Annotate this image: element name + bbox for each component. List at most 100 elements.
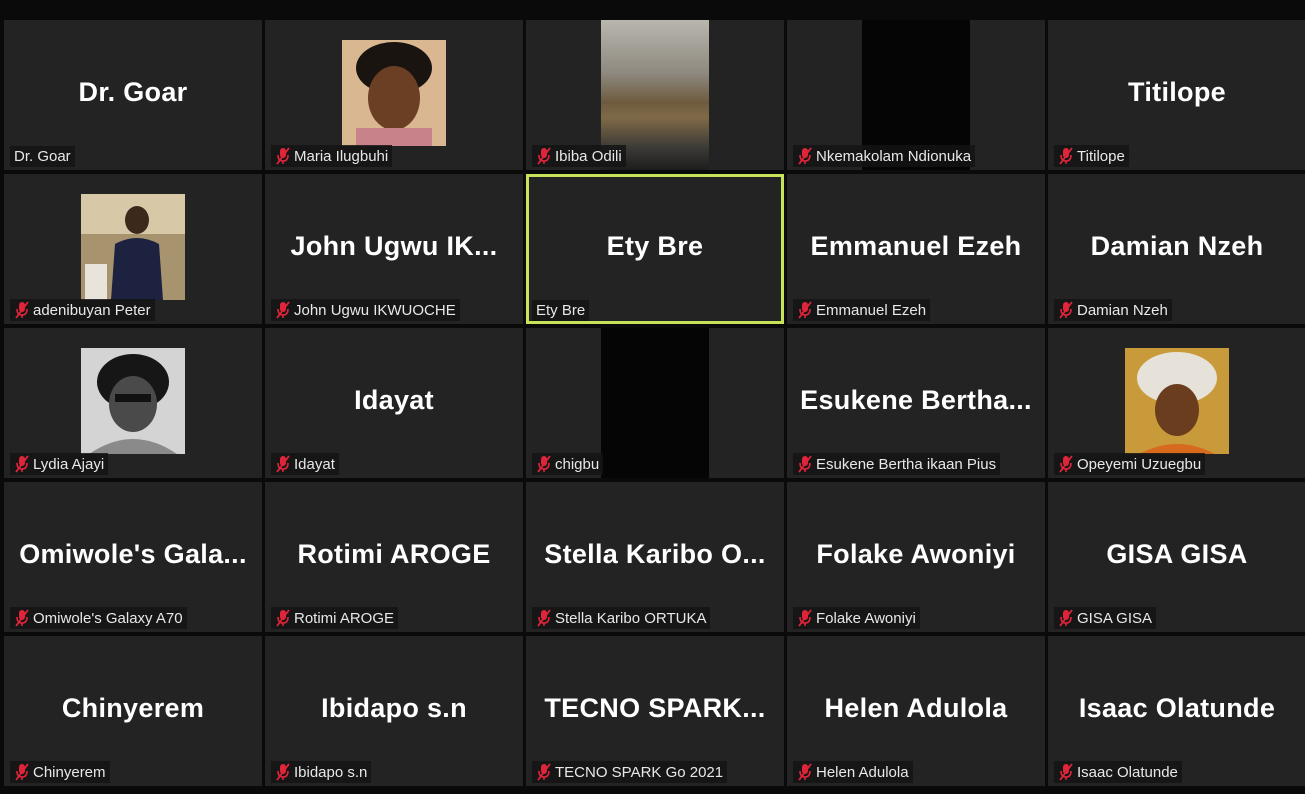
muted-mic-icon — [276, 455, 290, 473]
muted-mic-icon — [276, 763, 290, 781]
participant-tile[interactable]: Esukene Bertha... Esukene Bertha ikaan P… — [787, 328, 1045, 478]
participant-name: Lydia Ajayi — [33, 455, 105, 473]
participant-name-label: Ibidapo s.n — [271, 761, 372, 783]
participant-name: Ety Bre — [536, 302, 586, 319]
participant-tile[interactable]: Rotimi AROGE Rotimi AROGE — [265, 482, 523, 632]
participant-name-label: Emmanuel Ezeh — [793, 299, 931, 321]
participant-name: adenibuyan Peter — [33, 301, 151, 319]
participant-tile[interactable]: Maria Ilugbuhi — [265, 20, 523, 170]
participant-name-label: Opeyemi Uzuegbu — [1054, 453, 1206, 475]
muted-mic-icon — [798, 455, 812, 473]
participant-tile[interactable]: Ibiba Odili — [526, 20, 784, 170]
participant-name-label: Ety Bre — [532, 300, 590, 321]
participant-tile[interactable]: Isaac Olatunde Isaac Olatunde — [1048, 636, 1305, 786]
participant-tile[interactable]: Stella Karibo O... Stella Karibo ORTUKA — [526, 482, 784, 632]
participant-name-label: TECNO SPARK Go 2021 — [532, 761, 728, 783]
participant-name: Emmanuel Ezeh — [816, 301, 927, 319]
participant-tile[interactable]: Chinyerem Chinyerem — [4, 636, 262, 786]
participant-display-name: Folake Awoniyi — [816, 539, 1016, 570]
profile-photo — [342, 40, 446, 146]
participant-tile[interactable]: Damian Nzeh Damian Nzeh — [1048, 174, 1305, 324]
participant-display-name: John Ugwu IK... — [290, 231, 498, 262]
participant-name-label: Damian Nzeh — [1054, 299, 1172, 321]
participant-name-label: Omiwole's Galaxy A70 — [10, 607, 187, 629]
active-speaker-tile[interactable]: Ety Bre Ety Bre — [526, 174, 784, 324]
participant-name: Helen Adulola — [816, 763, 909, 781]
participant-tile[interactable]: TECNO SPARK... TECNO SPARK Go 2021 — [526, 636, 784, 786]
video-feed — [601, 328, 709, 478]
participant-name: Esukene Bertha ikaan Pius — [816, 455, 997, 473]
muted-mic-icon — [15, 301, 29, 319]
participant-name: Idayat — [294, 455, 335, 473]
muted-mic-icon — [276, 301, 290, 319]
participant-display-name: Titilope — [1128, 77, 1226, 108]
muted-mic-icon — [798, 147, 812, 165]
participant-name: Maria Ilugbuhi — [294, 147, 389, 165]
participant-name: chigbu — [555, 455, 600, 473]
participant-tile[interactable]: Emmanuel Ezeh Emmanuel Ezeh — [787, 174, 1045, 324]
muted-mic-icon — [1059, 763, 1073, 781]
participant-name-label: Folake Awoniyi — [793, 607, 920, 629]
muted-mic-icon — [798, 609, 812, 627]
participant-display-name: Helen Adulola — [824, 693, 1008, 724]
participant-name-label: John Ugwu IKWUOCHE — [271, 299, 460, 321]
muted-mic-icon — [537, 455, 551, 473]
profile-photo — [81, 194, 185, 300]
muted-mic-icon — [537, 763, 551, 781]
profile-photo — [81, 348, 185, 454]
muted-mic-icon — [1059, 609, 1073, 627]
muted-mic-icon — [1059, 301, 1073, 319]
muted-mic-icon — [15, 455, 29, 473]
participant-display-name: Rotimi AROGE — [297, 539, 491, 570]
profile-photo — [1125, 348, 1229, 454]
participant-tile[interactable]: adenibuyan Peter — [4, 174, 262, 324]
participant-display-name: Chinyerem — [61, 693, 205, 724]
participant-name-label: Idayat — [271, 453, 339, 475]
participant-name-label: chigbu — [532, 453, 604, 475]
participant-tile[interactable]: Dr. Goar Dr. Goar — [4, 20, 262, 170]
muted-mic-icon — [276, 147, 290, 165]
participant-name-label: Maria Ilugbuhi — [271, 145, 393, 167]
participant-tile[interactable]: GISA GISA GISA GISA — [1048, 482, 1305, 632]
participant-tile[interactable]: Idayat Idayat — [265, 328, 523, 478]
participant-name-label: Stella Karibo ORTUKA — [532, 607, 711, 629]
participant-display-name: TECNO SPARK... — [544, 693, 766, 724]
participant-name-label: Isaac Olatunde — [1054, 761, 1182, 783]
participant-tile[interactable]: Lydia Ajayi — [4, 328, 262, 478]
participant-display-name: Damian Nzeh — [1090, 231, 1264, 262]
participant-tile[interactable]: chigbu — [526, 328, 784, 478]
participant-name: Dr. Goar — [14, 148, 71, 165]
muted-mic-icon — [15, 609, 29, 627]
participant-name: Ibiba Odili — [555, 147, 622, 165]
participant-tile[interactable]: Titilope Titilope — [1048, 20, 1305, 170]
participant-name: Opeyemi Uzuegbu — [1077, 455, 1202, 473]
participant-name-label: Lydia Ajayi — [10, 453, 109, 475]
participant-tile[interactable]: Helen Adulola Helen Adulola — [787, 636, 1045, 786]
muted-mic-icon — [1059, 455, 1073, 473]
participant-name-label: Chinyerem — [10, 761, 110, 783]
participant-name-label: Esukene Bertha ikaan Pius — [793, 453, 1001, 475]
participant-name: Damian Nzeh — [1077, 301, 1168, 319]
participant-name: Isaac Olatunde — [1077, 763, 1178, 781]
participant-name: Chinyerem — [33, 763, 106, 781]
participant-display-name: Stella Karibo O... — [544, 539, 766, 570]
participant-tile[interactable]: Opeyemi Uzuegbu — [1048, 328, 1305, 478]
muted-mic-icon — [537, 609, 551, 627]
participant-name-label: Nkemakolam Ndionuka — [793, 145, 976, 167]
participant-tile[interactable]: Omiwole's Gala... Omiwole's Galaxy A70 — [4, 482, 262, 632]
participant-tile[interactable]: Folake Awoniyi Folake Awoniyi — [787, 482, 1045, 632]
participant-tile[interactable]: John Ugwu IK... John Ugwu IKWUOCHE — [265, 174, 523, 324]
participant-name: Nkemakolam Ndionuka — [816, 147, 972, 165]
participant-name-label: Helen Adulola — [793, 761, 913, 783]
participant-tile[interactable]: Ibidapo s.n Ibidapo s.n — [265, 636, 523, 786]
participant-tile[interactable]: Nkemakolam Ndionuka — [787, 20, 1045, 170]
participant-name-label: Ibiba Odili — [532, 145, 626, 167]
participant-name: Rotimi AROGE — [294, 609, 395, 627]
muted-mic-icon — [798, 763, 812, 781]
participant-display-name: Ety Bre — [606, 231, 704, 262]
participant-display-name: Dr. Goar — [78, 77, 188, 108]
participant-name-label: Titilope — [1054, 145, 1129, 167]
participant-display-name: Emmanuel Ezeh — [810, 231, 1022, 262]
participant-name-label: Rotimi AROGE — [271, 607, 399, 629]
muted-mic-icon — [1059, 147, 1073, 165]
